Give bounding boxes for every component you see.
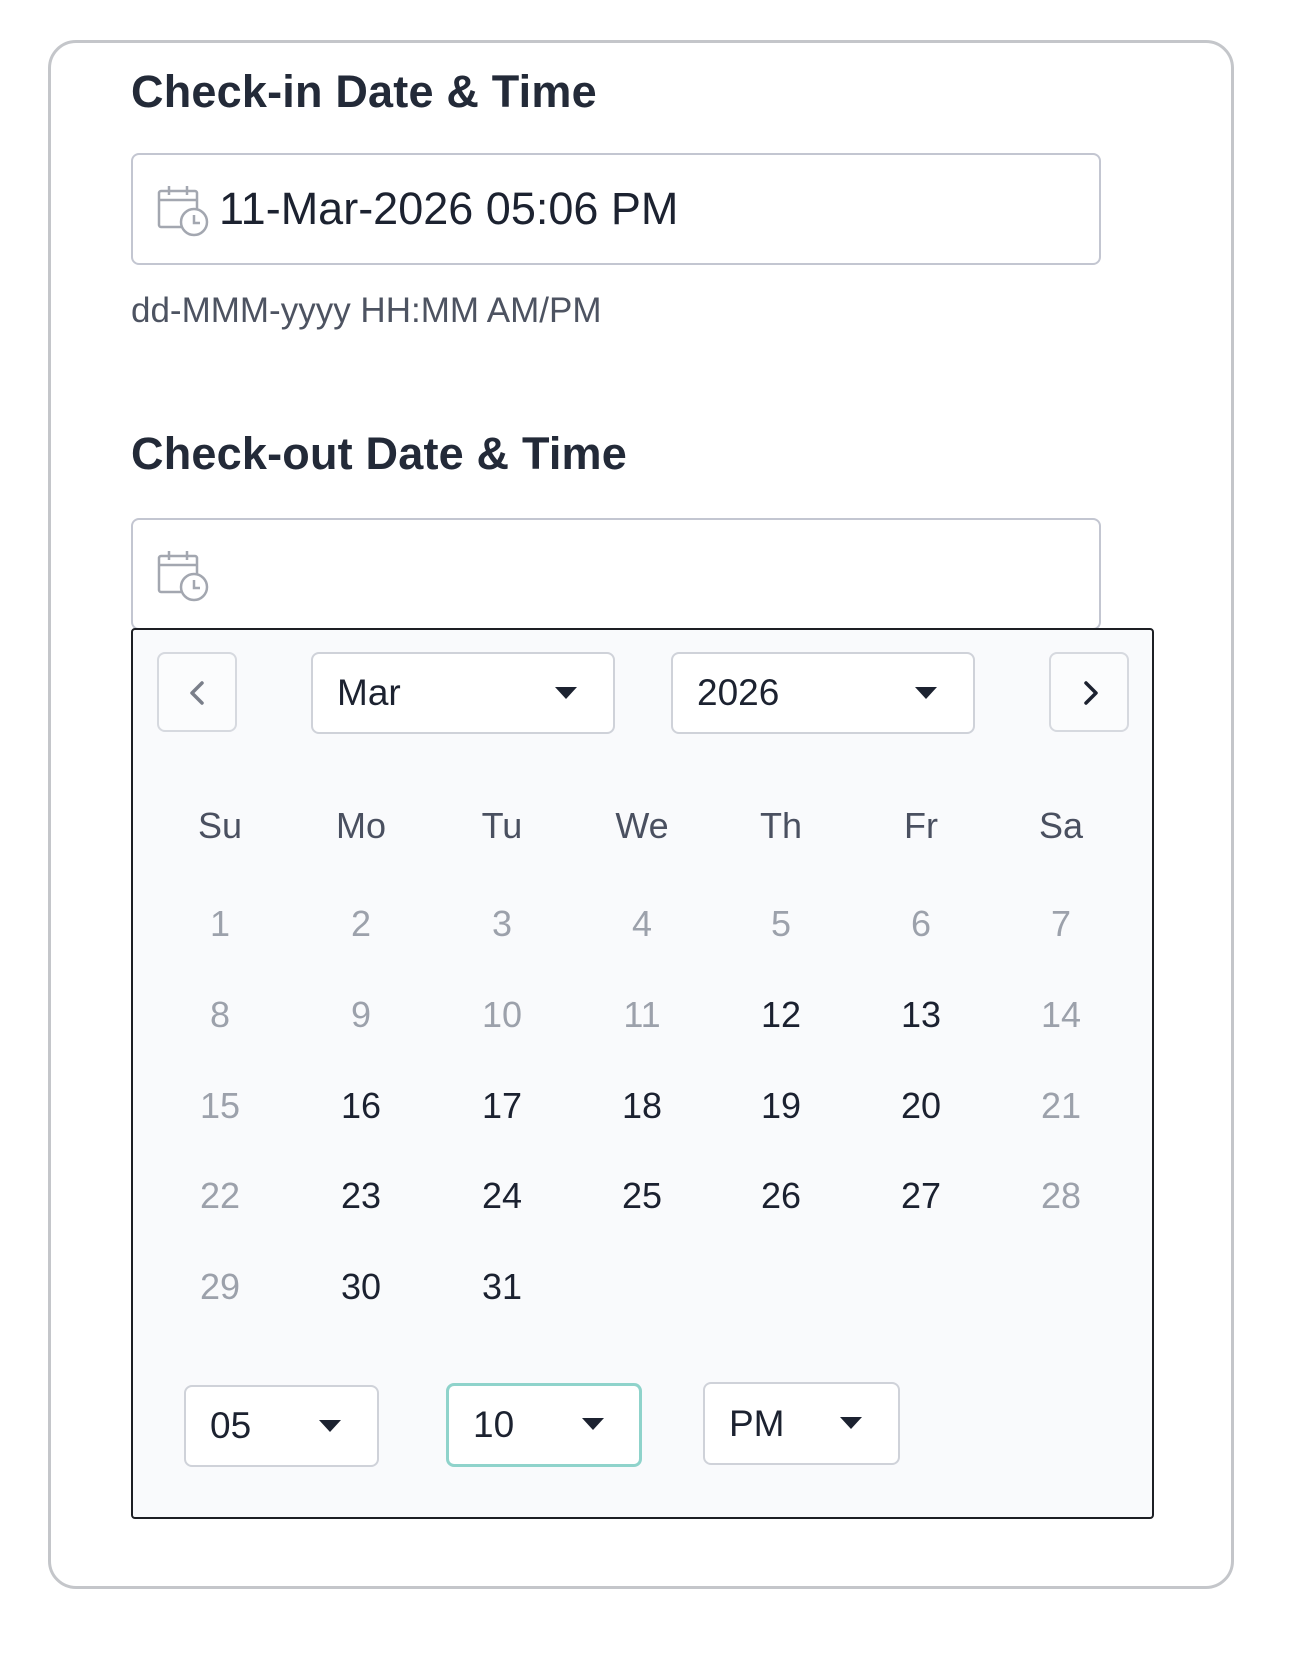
chevron-down-icon	[555, 687, 577, 699]
calendar-day: 9	[350, 994, 372, 1035]
calendar-day[interactable]: 30	[301, 1266, 421, 1308]
calendar-day[interactable]: 18	[582, 1085, 702, 1127]
month-select[interactable]: Mar	[311, 652, 615, 734]
calendar-day: 28	[1040, 1175, 1082, 1216]
weekday-label: We	[615, 805, 669, 846]
chevron-down-icon	[840, 1417, 862, 1429]
chevron-down-icon	[319, 1420, 341, 1432]
calendar-day[interactable]: 25	[582, 1175, 702, 1217]
chevron-down-icon	[582, 1418, 604, 1430]
calendar-day: 3	[491, 903, 513, 944]
chevron-left-icon	[190, 681, 204, 705]
weekday-label: Mo	[335, 805, 386, 846]
hour-select[interactable]: 05	[184, 1385, 379, 1467]
calendar-day: 2	[350, 903, 372, 944]
weekday-label: Th	[759, 805, 802, 846]
month-select-value: Mar	[337, 672, 401, 713]
calendar-clock-icon	[157, 551, 209, 602]
calendar-day: 10	[481, 994, 523, 1035]
calendar-day[interactable]: 20	[861, 1085, 981, 1127]
calendar-day: 8	[209, 994, 231, 1035]
calendar-day: 11	[623, 994, 661, 1035]
calendar-day[interactable]: 26	[721, 1175, 841, 1217]
minute-select-value: 10	[473, 1404, 515, 1445]
checkin-format-hint: dd-MMM-yyyy HH:MM AM/PM	[131, 291, 602, 330]
calendar-day: 6	[910, 903, 932, 944]
calendar-day[interactable]: 19	[721, 1085, 841, 1127]
checkin-value: 11-Mar-2026 05:06 PM	[219, 183, 679, 234]
weekday-label: Tu	[481, 805, 523, 846]
next-month-button[interactable]	[1049, 652, 1129, 732]
ampm-select-value: PM	[729, 1403, 785, 1444]
calendar-day[interactable]: 24	[442, 1175, 562, 1217]
checkout-datetime-input[interactable]	[131, 518, 1101, 630]
calendar-day[interactable]: 27	[861, 1175, 981, 1217]
calendar-day: 21	[1040, 1085, 1082, 1126]
weekday-label: Sa	[1038, 805, 1084, 846]
chevron-right-icon	[1084, 681, 1098, 705]
calendar-day: 14	[1040, 994, 1082, 1035]
calendar-day[interactable]: 12	[721, 994, 841, 1036]
prev-month-button[interactable]	[157, 652, 237, 732]
weekday-label: Su	[197, 805, 243, 846]
calendar-day: 7	[1050, 903, 1072, 944]
year-select-value: 2026	[697, 672, 780, 713]
calendar-day: 4	[631, 903, 653, 944]
calendar-day[interactable]: 23	[301, 1175, 421, 1217]
minute-select[interactable]: 10	[446, 1383, 642, 1467]
year-select[interactable]: 2026	[671, 652, 975, 734]
calendar-day[interactable]: 13	[861, 994, 981, 1036]
weekday-label: Fr	[904, 805, 938, 846]
calendar-day: 1	[209, 903, 231, 944]
calendar-day[interactable]: 17	[442, 1085, 562, 1127]
checkout-label: Check-out Date & Time	[131, 428, 627, 479]
calendar-day: 15	[199, 1085, 241, 1126]
calendar-day[interactable]: 16	[301, 1085, 421, 1127]
calendar-clock-icon	[157, 186, 209, 237]
checkin-label: Check-in Date & Time	[131, 66, 597, 117]
calendar-day: 22	[199, 1175, 241, 1216]
ampm-select[interactable]: PM	[703, 1382, 900, 1465]
hour-select-value: 05	[210, 1405, 252, 1446]
calendar-day[interactable]: 31	[442, 1266, 562, 1308]
calendar-day: 5	[770, 903, 792, 944]
chevron-down-icon	[915, 687, 937, 699]
checkin-datetime-input[interactable]: 11-Mar-2026 05:06 PM	[131, 153, 1101, 265]
calendar-day: 29	[199, 1266, 241, 1307]
